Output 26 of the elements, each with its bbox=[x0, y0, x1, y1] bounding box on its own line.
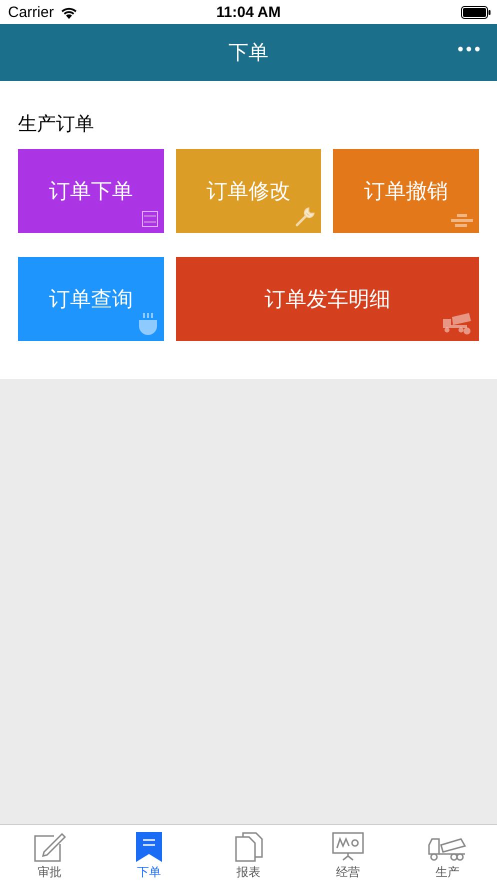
order-tile[interactable]: 订单撤销 bbox=[333, 149, 479, 233]
wifi-icon bbox=[60, 6, 78, 18]
document-icon bbox=[234, 832, 263, 862]
tab-item[interactable]: 生产 bbox=[398, 825, 497, 883]
truck-icon bbox=[443, 313, 473, 335]
cup-icon bbox=[138, 313, 158, 335]
order-tile[interactable]: 订单发车明细 bbox=[176, 257, 479, 341]
tab-item[interactable]: 审批 bbox=[0, 825, 100, 883]
tab-item[interactable]: 下单 bbox=[99, 825, 199, 883]
order-tile[interactable]: 订单查询 bbox=[18, 257, 164, 341]
truck-icon bbox=[428, 836, 466, 862]
section-title: 生产订单 bbox=[18, 112, 95, 137]
order-tile[interactable]: 订单下单 bbox=[18, 149, 164, 233]
tab-item[interactable]: 经营 bbox=[298, 825, 398, 883]
edit-icon bbox=[34, 832, 66, 862]
status-time: 11:04 AM bbox=[216, 4, 281, 20]
nav-title: 下单 bbox=[228, 39, 268, 66]
bricks-icon bbox=[451, 214, 473, 227]
bookmark-icon bbox=[136, 832, 162, 862]
form-icon bbox=[142, 211, 158, 227]
battery-icon bbox=[461, 6, 491, 18]
more-button[interactable]: ••• bbox=[456, 40, 481, 59]
wrench-icon bbox=[295, 207, 315, 227]
carrier-name: Carrier bbox=[8, 4, 54, 20]
tab-item[interactable]: 报表 bbox=[198, 825, 298, 883]
presentation-icon bbox=[332, 832, 364, 862]
